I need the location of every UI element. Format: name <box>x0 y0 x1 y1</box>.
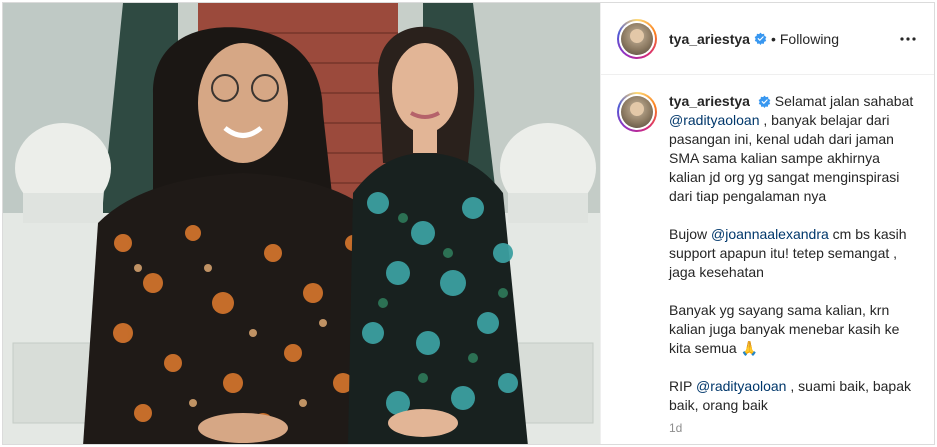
mention-link[interactable]: @joannaalexandra <box>711 226 829 242</box>
avatar-image <box>621 96 653 128</box>
avatar[interactable] <box>617 18 657 59</box>
caption-paragraph-2: Bujow @joannaalexandra cm bs kasih suppo… <box>669 225 919 282</box>
caption-avatar[interactable] <box>617 92 657 132</box>
post-side-panel: tya_ariestya • Following tya_ariestya Se… <box>600 3 934 444</box>
post-photo[interactable] <box>3 3 600 444</box>
mention-link[interactable]: @radityaoloan <box>669 112 760 128</box>
post-timestamp[interactable]: 1d <box>669 421 682 435</box>
mention-link[interactable]: @radityaoloan <box>696 378 787 394</box>
caption-paragraph-3: Banyak yg sayang sama kalian, krn kalian… <box>669 302 900 356</box>
caption-intro: Selamat jalan sahabat <box>774 93 914 109</box>
caption-text: tya_ariestya Selamat jalan sahabat @radi… <box>669 92 919 415</box>
avatar-image <box>621 22 653 55</box>
photo-illustration <box>3 3 600 444</box>
username[interactable]: tya_ariestya <box>669 31 750 47</box>
verified-badge-icon <box>758 95 771 108</box>
instagram-post: tya_ariestya • Following tya_ariestya Se… <box>2 2 935 445</box>
caption-text-start: RIP <box>669 378 696 394</box>
comments-section: tya_ariestya Selamat jalan sahabat @radi… <box>601 76 934 444</box>
caption-text-start: Bujow <box>669 226 712 242</box>
caption-paragraph-1: tya_ariestya Selamat jalan sahabat @radi… <box>669 92 919 206</box>
more-options-icon[interactable] <box>896 27 920 51</box>
verified-badge-icon <box>754 32 767 45</box>
caption-username[interactable]: tya_ariestya <box>669 93 750 109</box>
post-header: tya_ariestya • Following <box>601 3 934 75</box>
separator-dot: • <box>770 30 776 47</box>
caption-paragraph-4: RIP @radityaoloan , suami baik, bapak ba… <box>669 377 919 415</box>
caption: tya_ariestya Selamat jalan sahabat @radi… <box>617 92 920 415</box>
following-button[interactable]: Following <box>780 31 839 47</box>
